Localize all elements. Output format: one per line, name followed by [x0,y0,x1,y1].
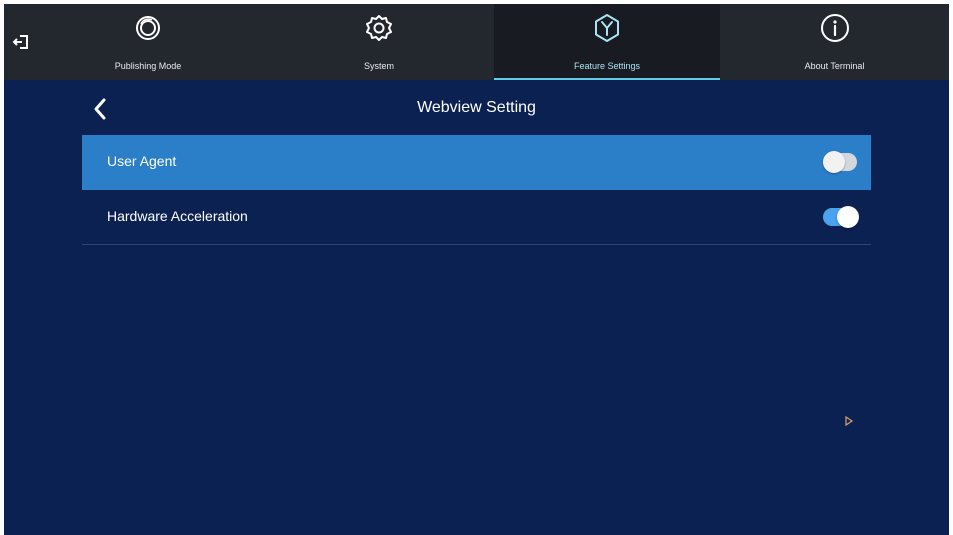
tab-publishing-mode[interactable]: Publishing Mode [38,4,258,80]
setting-row-hardware-acceleration[interactable]: Hardware Acceleration [82,190,871,245]
toggle-knob [837,206,859,228]
tab-label: System [363,61,394,71]
tab-about-terminal[interactable]: About Terminal [720,4,949,80]
screen: Publishing Mode System Feature Settings [4,4,949,535]
tab-label: About Terminal [804,61,865,71]
setting-label: Hardware Acceleration [107,208,248,224]
setting-label: User Agent [107,153,177,169]
feature-settings-icon [590,11,624,45]
publishing-mode-icon [131,11,165,45]
tab-system[interactable]: System [264,4,494,80]
tab-label: Publishing Mode [114,61,182,71]
page-title: Webview Setting [417,99,536,116]
exit-button[interactable] [4,4,38,80]
gear-icon [362,11,396,45]
hardware-acceleration-toggle[interactable] [823,206,859,228]
tab-label: Feature Settings [573,61,641,71]
tab-feature-settings[interactable]: Feature Settings [494,4,720,80]
exit-icon [12,35,28,49]
user-agent-toggle[interactable] [823,151,857,173]
row-divider [82,244,871,245]
active-tab-indicator [494,78,720,80]
info-icon [818,11,852,45]
setting-row-user-agent[interactable]: User Agent [82,135,871,190]
pointer-icon [845,416,854,426]
toggle-knob [823,151,845,173]
top-navigation-bar: Publishing Mode System Feature Settings [4,4,949,80]
